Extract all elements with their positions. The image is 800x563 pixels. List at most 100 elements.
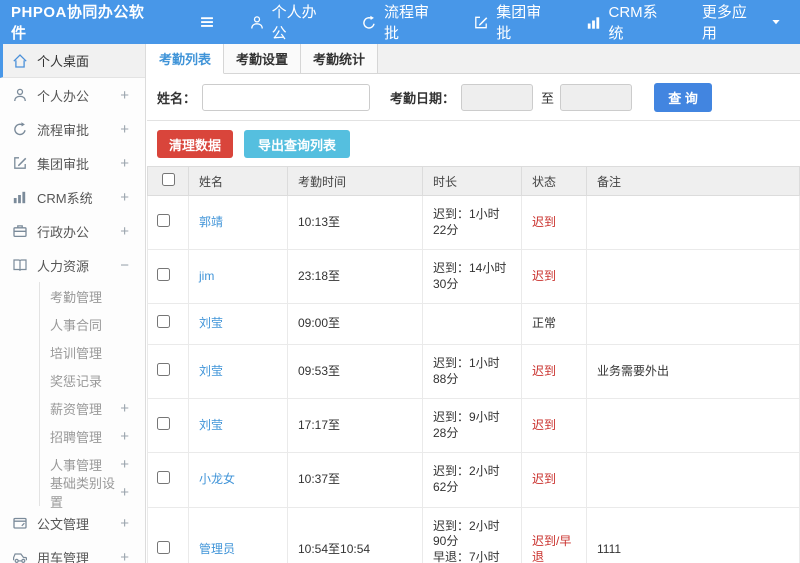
tab-bar: 考勤列表 考勤设置 考勤统计: [147, 44, 800, 74]
tab-3[interactable]: 考勤统计: [301, 44, 378, 74]
expand-plus-icon[interactable]: +: [120, 155, 135, 172]
sidebar-subitem-3[interactable]: 培训管理: [40, 338, 145, 366]
status-badge: 迟到: [521, 398, 587, 454]
duration-cell: [422, 303, 522, 345]
attendance-time: 09:00至: [287, 303, 423, 345]
employee-name-link[interactable]: 管理员: [199, 542, 235, 556]
employee-name-link[interactable]: 刘莹: [199, 316, 223, 330]
sidebar-subitem-8[interactable]: 基础类别设置 +: [40, 476, 145, 510]
nav-item-2[interactable]: 流程审批: [345, 0, 457, 44]
nav-item-3[interactable]: 集团审批: [457, 0, 569, 44]
chart-icon: [586, 14, 602, 31]
sidebar-item-4[interactable]: 集团审批 +: [0, 146, 145, 180]
attendance-time: 10:13至: [287, 194, 423, 251]
employee-name-link[interactable]: 小龙女: [199, 472, 235, 486]
edit-icon: [473, 14, 489, 31]
table-row-2: jim 23:18至 迟到：14小时30分 迟到: [147, 249, 800, 305]
table-row-5: 刘莹 17:17至 迟到：9小时28分 迟到: [147, 398, 800, 454]
sidebar-subitem-label: 考勤管理: [50, 289, 103, 305]
chart-icon: [12, 189, 28, 205]
sidebar-item-2[interactable]: 个人办公 +: [0, 78, 145, 112]
expand-plus-icon[interactable]: +: [120, 121, 135, 138]
row-checkbox[interactable]: [156, 213, 170, 227]
user-icon: [12, 87, 28, 103]
sidebar-subitem-label: 薪资管理: [50, 401, 103, 417]
hamburger-icon[interactable]: [199, 12, 215, 32]
sidebar-subitem-4[interactable]: 奖惩记录: [40, 366, 145, 394]
clean-data-button[interactable]: 清理数据: [157, 130, 234, 158]
sidebar-item-1[interactable]: 个人桌面: [0, 44, 145, 78]
sidebar-item-8[interactable]: 公文管理 +: [0, 506, 145, 540]
book-icon: [12, 257, 28, 273]
expand-plus-icon[interactable]: +: [120, 87, 135, 104]
sidebar-subitem-label: 培训管理: [50, 345, 103, 361]
sidebar-item-6[interactable]: 行政办公 +: [0, 214, 145, 248]
expand-plus-icon[interactable]: +: [120, 189, 135, 206]
employee-name-link[interactable]: jim: [199, 269, 214, 283]
note-cell: [586, 303, 800, 345]
sidebar-item-7[interactable]: 人力资源 −: [0, 248, 145, 282]
sidebar-item-3[interactable]: 流程审批 +: [0, 112, 145, 146]
status-badge: 迟到: [521, 249, 587, 305]
user-icon: [249, 14, 265, 31]
employee-name-link[interactable]: 刘莹: [199, 418, 223, 432]
row-checkbox[interactable]: [156, 267, 170, 281]
sidebar-item-label: 公文管理: [37, 516, 90, 532]
sidebar-subitem-5[interactable]: 薪资管理 +: [40, 394, 145, 422]
collapse-minus-icon[interactable]: −: [120, 257, 135, 274]
column-header: 备注: [586, 166, 800, 196]
sidebar-item-9[interactable]: 用车管理 +: [0, 540, 145, 563]
employee-name-link[interactable]: 郭靖: [199, 215, 223, 229]
sidebar-item-label: 个人办公: [37, 88, 90, 104]
row-checkbox[interactable]: [156, 540, 170, 554]
column-header: 时长: [422, 166, 522, 196]
status-badge: 迟到: [521, 452, 587, 508]
top-nav-items: 个人办公 流程审批 集团审批 CRM系统 更多应用: [233, 0, 800, 44]
expand-plus-icon[interactable]: +: [120, 484, 145, 501]
filter-bar: 姓名： 考勤日期： 至 查 询: [147, 74, 800, 121]
nav-item-4[interactable]: CRM系统: [570, 0, 686, 44]
duration-cell: 迟到：2小时62分: [422, 452, 522, 508]
table-row-6: 小龙女 10:37至 迟到：2小时62分 迟到: [147, 452, 800, 508]
employee-name-link[interactable]: 刘莹: [199, 364, 223, 378]
nav-item-label: CRM系统: [608, 4, 658, 42]
sidebar-item-label: 人力资源: [37, 258, 90, 274]
row-checkbox[interactable]: [156, 416, 170, 430]
table-row-4: 刘莹 09:53至 迟到：1小时88分 迟到 业务需要外出: [147, 343, 800, 400]
date-from-input[interactable]: [461, 83, 534, 111]
column-header: 状态: [521, 166, 587, 196]
duration-cell: 迟到：1小时22分: [422, 194, 522, 251]
expand-plus-icon[interactable]: +: [120, 223, 135, 240]
row-checkbox[interactable]: [156, 471, 170, 485]
sidebar-item-5[interactable]: CRM系统 +: [0, 180, 145, 214]
row-checkbox[interactable]: [156, 315, 170, 329]
sidebar-item-label: CRM系统: [37, 190, 93, 206]
briefcase-icon: [12, 223, 28, 239]
tab-2[interactable]: 考勤设置: [224, 44, 301, 74]
nav-item-1[interactable]: 个人办公: [233, 0, 345, 44]
select-all-checkbox[interactable]: [161, 173, 175, 186]
actions-bar: 清理数据 导出查询列表: [147, 121, 800, 166]
sidebar-subitem-2[interactable]: 人事合同: [40, 310, 145, 338]
search-button[interactable]: 查 询: [654, 82, 713, 112]
table-row-7: 管理员 10:54至10:54迟到：2小时90分早退：7小时10分迟到/早退111…: [147, 506, 800, 563]
attendance-time: 10:54至10:54: [287, 506, 423, 563]
expand-plus-icon[interactable]: +: [120, 515, 135, 532]
name-input[interactable]: [202, 83, 371, 111]
sidebar-subitem-6[interactable]: 招聘管理 +: [40, 422, 145, 450]
column-header: 姓名: [188, 166, 288, 196]
nav-item-5[interactable]: 更多应用: [686, 0, 800, 44]
expand-plus-icon[interactable]: +: [120, 549, 135, 563]
expand-plus-icon[interactable]: +: [120, 400, 145, 417]
expand-plus-icon[interactable]: +: [120, 428, 145, 445]
attendance-table: 姓名 考勤时间 时长 状态 备注 郭靖 10:13至 迟到：1小时22分 迟到 jim 23:18…: [147, 166, 800, 563]
note-cell: [586, 194, 800, 251]
sidebar-sublist: 考勤管理 人事合同 培训管理 奖惩记录 薪资管理 + 招聘管理 + 人事管理 + 基础类别设置 +: [39, 282, 145, 510]
date-to-input[interactable]: [560, 83, 633, 111]
expand-plus-icon[interactable]: +: [120, 456, 145, 473]
sidebar-subitem-1[interactable]: 考勤管理: [40, 282, 145, 310]
tab-1[interactable]: 考勤列表: [147, 44, 224, 74]
export-list-button[interactable]: 导出查询列表: [244, 130, 351, 158]
sidebar-item-label: 行政办公: [37, 224, 90, 240]
row-checkbox[interactable]: [156, 362, 170, 376]
